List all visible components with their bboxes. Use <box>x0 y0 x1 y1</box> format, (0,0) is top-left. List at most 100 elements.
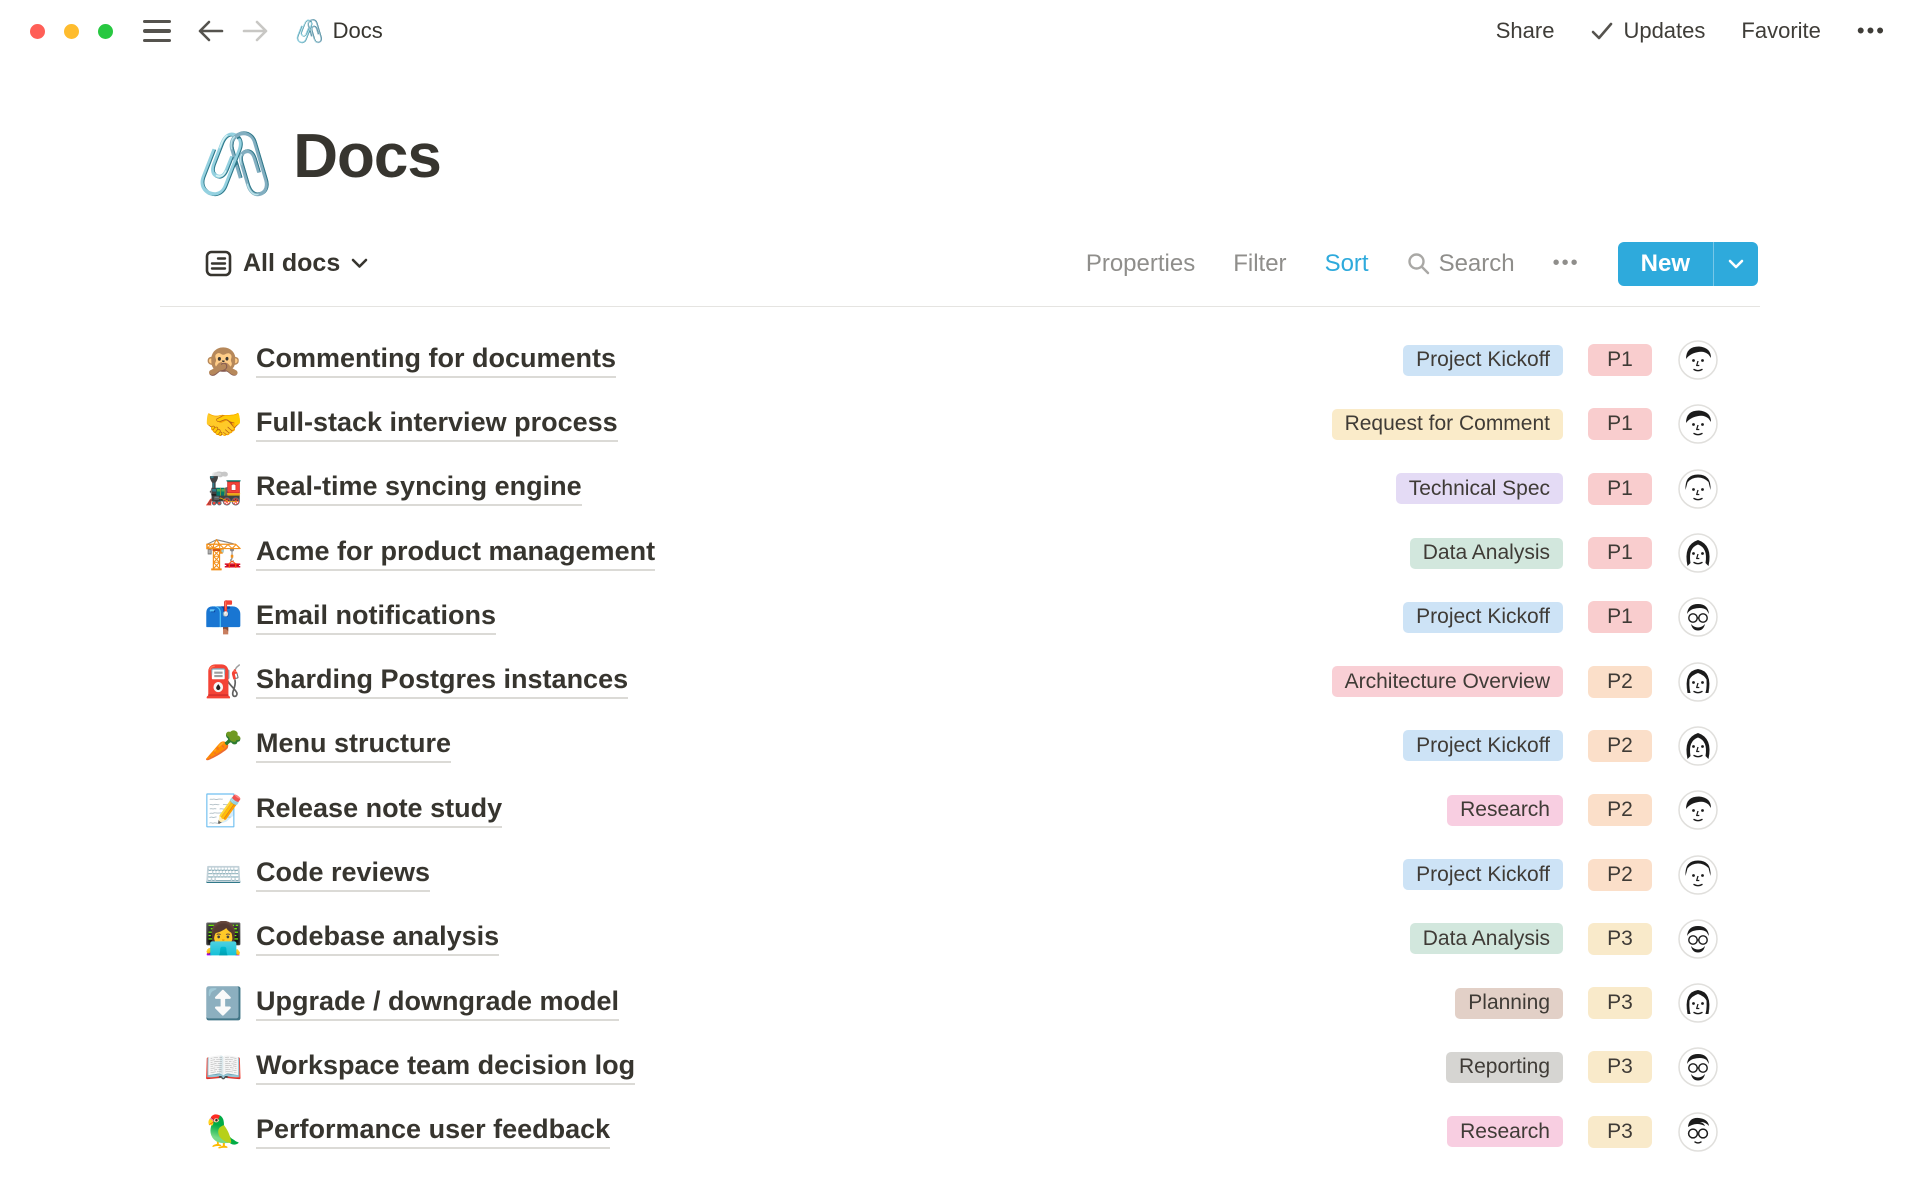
priority-badge[interactable]: P1 <box>1588 344 1652 376</box>
priority-badge[interactable]: P1 <box>1588 537 1652 569</box>
priority-badge[interactable]: P2 <box>1588 859 1652 891</box>
doc-row[interactable]: 📖 Workspace team decision log Reporting … <box>160 1035 1760 1099</box>
assignee-avatar[interactable] <box>1678 469 1718 509</box>
priority-badge[interactable]: P1 <box>1588 473 1652 505</box>
doc-title-link[interactable]: Sharding Postgres instances <box>256 664 628 699</box>
toolbar-more-options-icon[interactable]: ••• <box>1553 252 1580 275</box>
doc-row[interactable]: 🥕 Menu structure Project Kickoff P2 <box>160 714 1760 778</box>
doc-type-tag[interactable]: Request for Comment <box>1332 409 1563 440</box>
doc-emoji-icon: 🚂 <box>204 473 242 504</box>
window-more-options-icon[interactable]: ••• <box>1857 18 1886 44</box>
doc-row[interactable]: ↕️ Upgrade / downgrade model Planning P3 <box>160 971 1760 1035</box>
doc-title-link[interactable]: Upgrade / downgrade model <box>256 986 619 1021</box>
doc-type-tag[interactable]: Research <box>1447 795 1563 826</box>
doc-title-link[interactable]: Email notifications <box>256 600 496 635</box>
assignee-avatar[interactable] <box>1678 404 1718 444</box>
assignee-avatar[interactable] <box>1678 855 1718 895</box>
traffic-lights <box>30 24 113 39</box>
doc-row[interactable]: 🦜 Performance user feedback Research P3 <box>160 1100 1760 1164</box>
favorite-button[interactable]: Favorite <box>1741 18 1820 44</box>
new-button-dropdown[interactable] <box>1713 242 1758 286</box>
doc-row[interactable]: 📫 Email notifications Project Kickoff P1 <box>160 585 1760 649</box>
doc-row[interactable]: 📝 Release note study Research P2 <box>160 778 1760 842</box>
doc-row[interactable]: ⛽ Sharding Postgres instances Architectu… <box>160 649 1760 713</box>
assignee-avatar[interactable] <box>1678 662 1718 702</box>
doc-title-link[interactable]: Code reviews <box>256 857 430 892</box>
doc-row[interactable]: 🏗️ Acme for product management Data Anal… <box>160 521 1760 585</box>
paperclip-page-icon: 🖇️ <box>295 20 324 43</box>
assignee-avatar[interactable] <box>1678 790 1718 830</box>
doc-type-tag[interactable]: Architecture Overview <box>1332 666 1563 697</box>
doc-row[interactable]: 🙊 Commenting for documents Project Kicko… <box>160 328 1760 392</box>
doc-row[interactable]: 🚂 Real-time syncing engine Technical Spe… <box>160 457 1760 521</box>
doc-type-tag[interactable]: Project Kickoff <box>1403 602 1563 633</box>
doc-row[interactable]: 👩‍💻 Codebase analysis Data Analysis P3 <box>160 907 1760 971</box>
doc-title-link[interactable]: Performance user feedback <box>256 1114 610 1149</box>
priority-badge[interactable]: P3 <box>1588 1116 1652 1148</box>
doc-row[interactable]: 🤝 Full-stack interview process Request f… <box>160 392 1760 456</box>
priority-badge[interactable]: P1 <box>1588 601 1652 633</box>
doc-title-link[interactable]: Commenting for documents <box>256 343 616 378</box>
doc-emoji-icon: 📫 <box>204 602 242 633</box>
doc-title-link[interactable]: Acme for product management <box>256 536 655 571</box>
doc-title-link[interactable]: Real-time syncing engine <box>256 471 582 506</box>
doc-type-tag[interactable]: Reporting <box>1446 1052 1563 1083</box>
doc-type-tag[interactable]: Project Kickoff <box>1403 345 1563 376</box>
doc-title-link[interactable]: Full-stack interview process <box>256 407 618 442</box>
priority-badge[interactable]: P2 <box>1588 794 1652 826</box>
doc-row[interactable]: ⌨️ Code reviews Project Kickoff P2 <box>160 842 1760 906</box>
paperclip-page-icon[interactable]: 🖇️ <box>196 134 273 196</box>
back-arrow-icon[interactable] <box>197 19 224 43</box>
doc-type-tag[interactable]: Data Analysis <box>1410 923 1563 954</box>
docs-list: 🙊 Commenting for documents Project Kicko… <box>160 328 1760 1164</box>
priority-badge[interactable]: P3 <box>1588 1051 1652 1083</box>
doc-type-tag[interactable]: Planning <box>1455 988 1563 1019</box>
doc-title-link[interactable]: Workspace team decision log <box>256 1050 635 1085</box>
doc-type-tag[interactable]: Project Kickoff <box>1403 859 1563 890</box>
chevron-down-icon <box>1728 259 1744 269</box>
priority-badge[interactable]: P1 <box>1588 408 1652 440</box>
sort-button[interactable]: Sort <box>1325 250 1369 278</box>
doc-emoji-icon: ↕️ <box>204 988 242 1019</box>
assignee-avatar[interactable] <box>1678 983 1718 1023</box>
window-title-bar: 🖇️ Docs Share Updates Favorite ••• <box>0 0 1920 62</box>
close-window-button[interactable] <box>30 24 45 39</box>
doc-type-tag[interactable]: Data Analysis <box>1410 538 1563 569</box>
assignee-avatar[interactable] <box>1678 1047 1718 1087</box>
new-split-button: New <box>1618 242 1758 286</box>
assignee-avatar[interactable] <box>1678 597 1718 637</box>
search-button[interactable]: Search <box>1407 250 1515 278</box>
assignee-avatar[interactable] <box>1678 726 1718 766</box>
view-label: All docs <box>243 249 340 278</box>
assignee-avatar[interactable] <box>1678 533 1718 573</box>
page-title: Docs <box>293 118 441 196</box>
properties-button[interactable]: Properties <box>1086 250 1195 278</box>
share-button[interactable]: Share <box>1496 18 1555 44</box>
forward-arrow-icon[interactable] <box>242 19 269 43</box>
priority-badge[interactable]: P3 <box>1588 987 1652 1019</box>
breadcrumb[interactable]: 🖇️ Docs <box>295 18 383 44</box>
assignee-avatar[interactable] <box>1678 340 1718 380</box>
chevron-down-icon <box>351 258 368 269</box>
doc-type-tag[interactable]: Research <box>1447 1116 1563 1147</box>
doc-title-link[interactable]: Codebase analysis <box>256 921 499 956</box>
database-toolbar: All docs Properties Filter Sort Search •… <box>160 242 1760 286</box>
doc-type-tag[interactable]: Technical Spec <box>1396 473 1563 504</box>
priority-badge[interactable]: P2 <box>1588 666 1652 698</box>
view-switcher[interactable]: All docs <box>205 249 368 278</box>
doc-type-tag[interactable]: Project Kickoff <box>1403 730 1563 761</box>
doc-emoji-icon: 🥕 <box>204 730 242 761</box>
zoom-window-button[interactable] <box>98 24 113 39</box>
assignee-avatar[interactable] <box>1678 919 1718 959</box>
doc-title-link[interactable]: Release note study <box>256 793 502 828</box>
assignee-avatar[interactable] <box>1678 1112 1718 1152</box>
new-button[interactable]: New <box>1618 242 1713 286</box>
priority-badge[interactable]: P3 <box>1588 923 1652 955</box>
filter-button[interactable]: Filter <box>1233 250 1286 278</box>
minimize-window-button[interactable] <box>64 24 79 39</box>
doc-title-link[interactable]: Menu structure <box>256 728 451 763</box>
doc-emoji-icon: 🙊 <box>204 345 242 376</box>
sidebar-menu-icon[interactable] <box>143 20 171 43</box>
priority-badge[interactable]: P2 <box>1588 730 1652 762</box>
updates-button[interactable]: Updates <box>1590 18 1705 44</box>
